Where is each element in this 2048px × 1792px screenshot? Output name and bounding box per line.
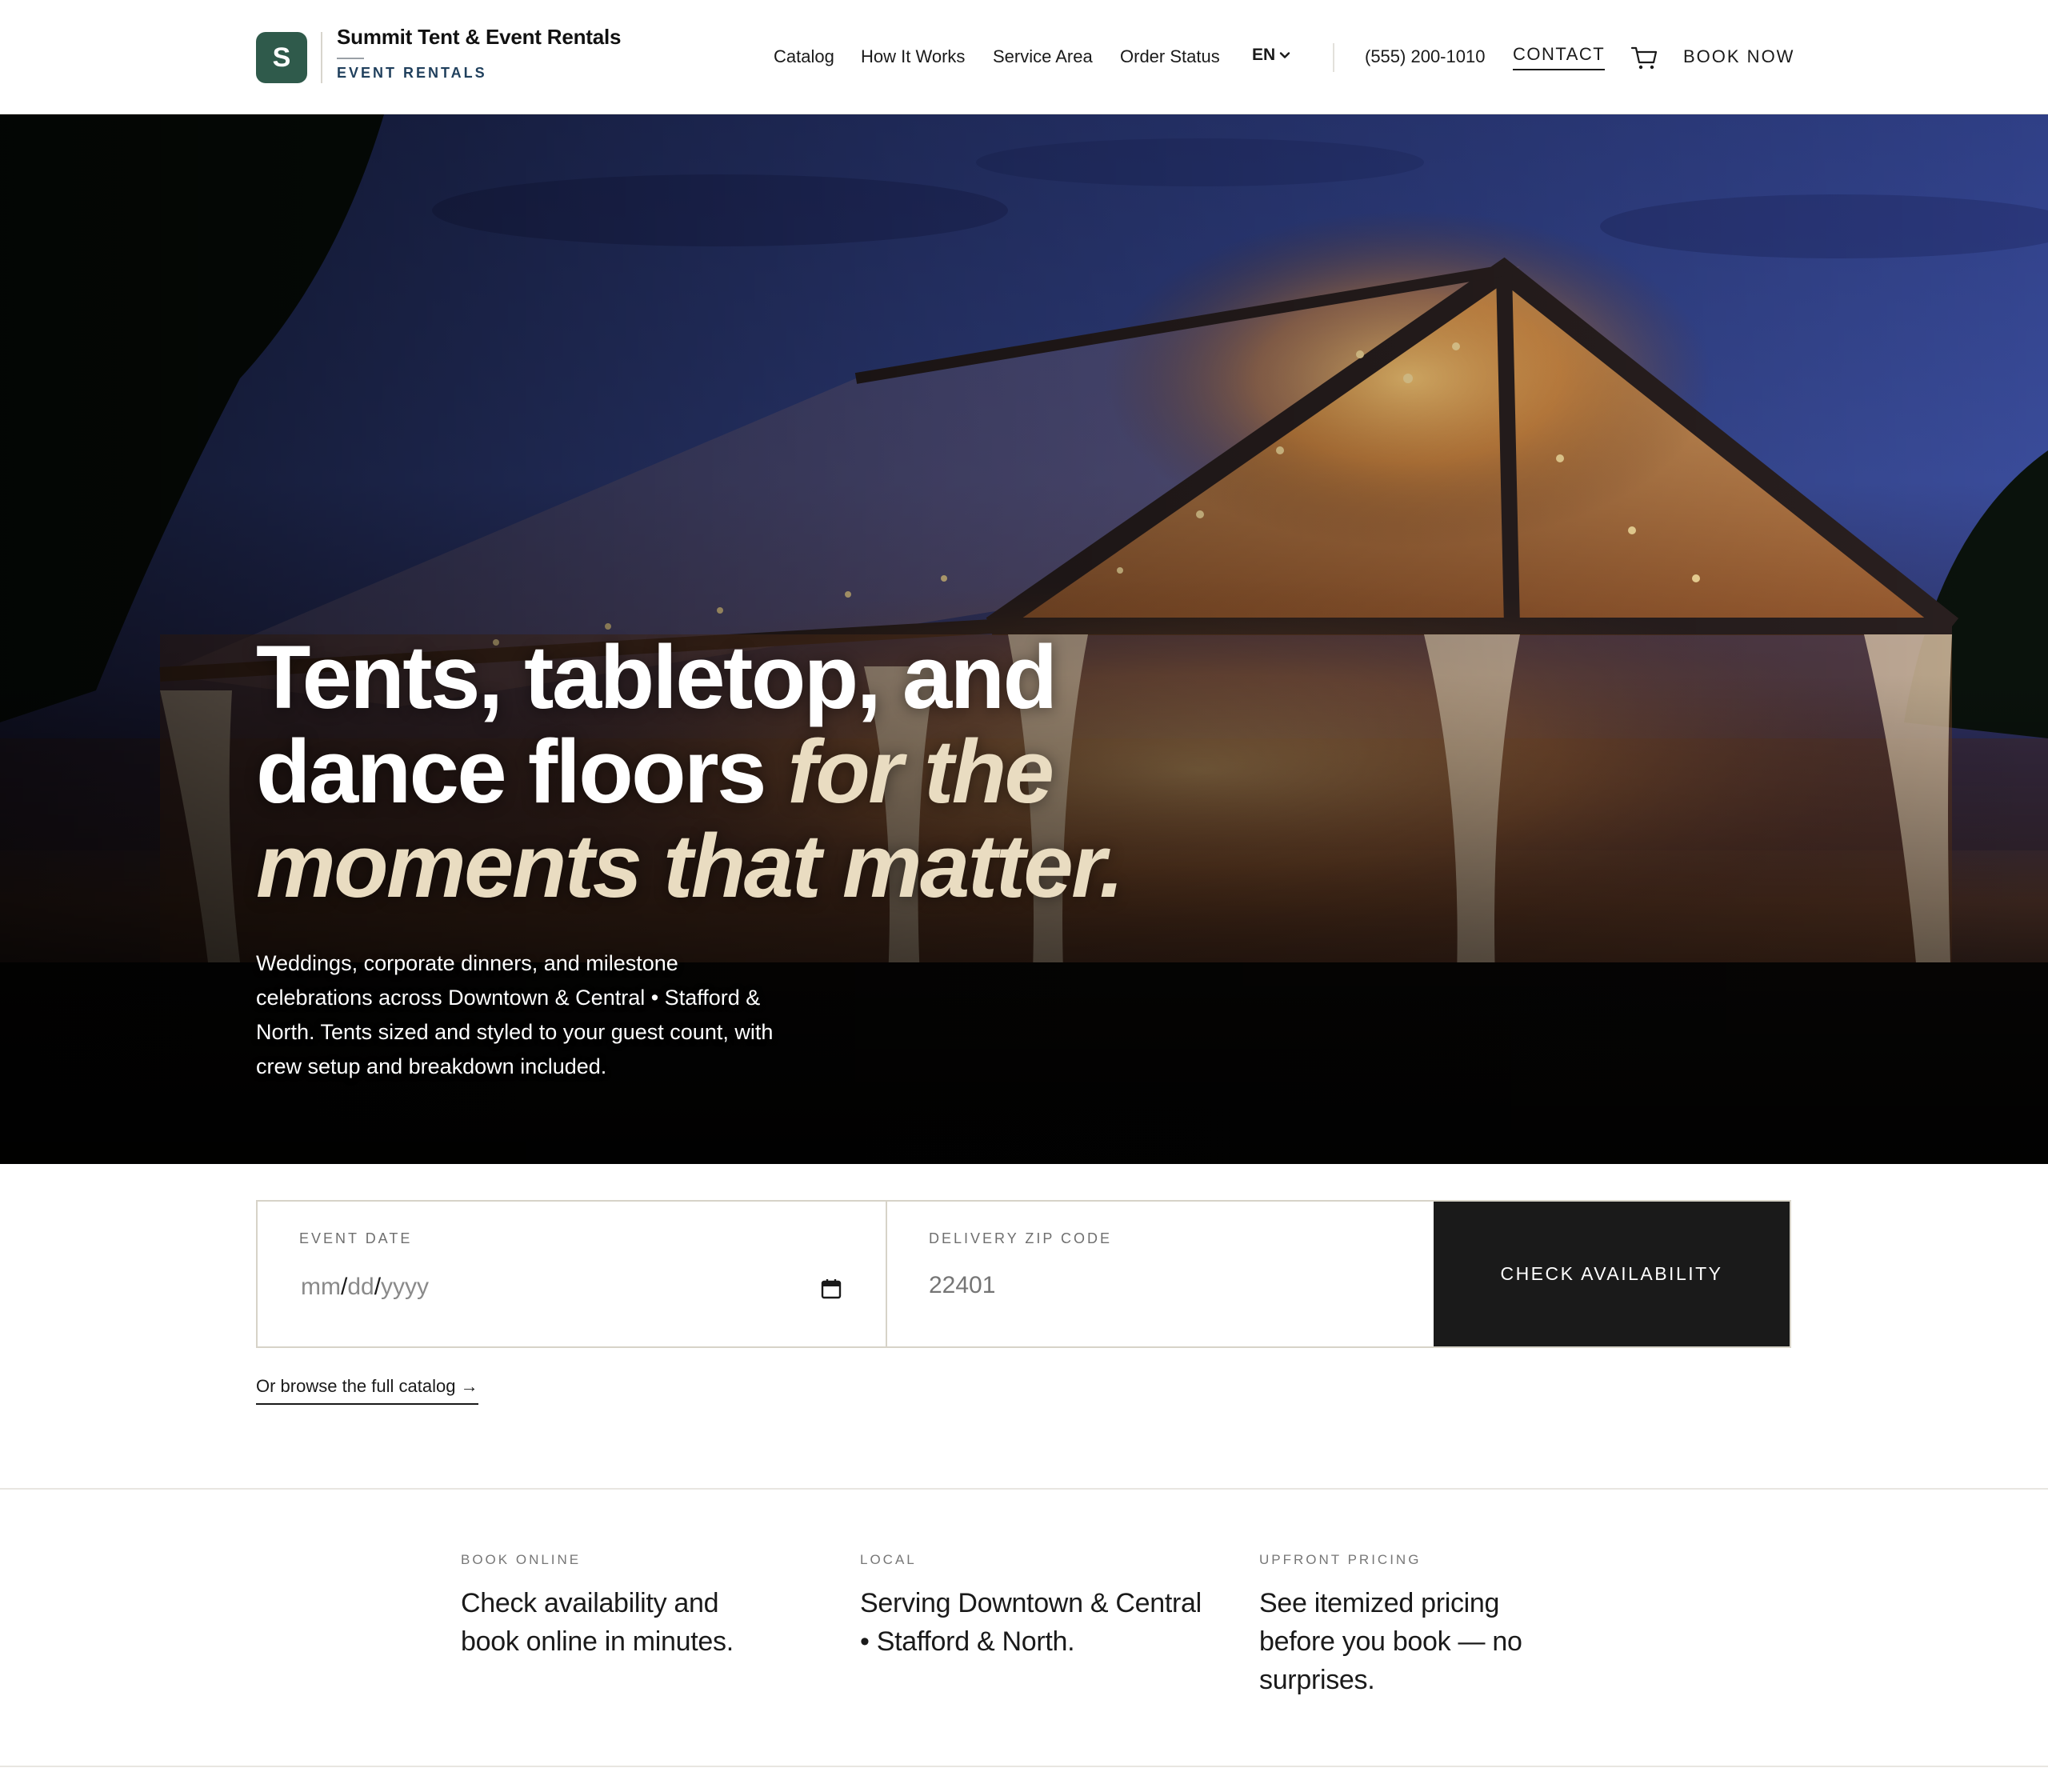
nav-how-it-works[interactable]: How It Works [861, 46, 965, 67]
hero-title-accent-1: for the [787, 722, 1054, 822]
event-date-field[interactable]: EVENT DATE mm/dd/yyyy [258, 1202, 887, 1346]
feature-upfront-pricing: UPFRONT PRICING See itemized pricing bef… [1259, 1552, 1579, 1699]
zip-code-input[interactable] [929, 1272, 1329, 1299]
feature-eyebrow: LOCAL [860, 1552, 917, 1567]
logo-badge[interactable]: S [256, 32, 307, 83]
book-now-button[interactable]: BOOK NOW [1683, 46, 1794, 67]
availability-form: EVENT DATE mm/dd/yyyy DELIVERY ZIP CODE … [256, 1200, 1791, 1348]
hero-title: Tents, tabletop, and dance floors for th… [256, 630, 1296, 914]
feature-book-online: BOOK ONLINE Check availability and book … [461, 1552, 781, 1661]
hero-title-line-1: Tents, tabletop, and [256, 627, 1058, 727]
phone-number[interactable]: (555) 200-1010 [1365, 46, 1485, 67]
event-date-input[interactable]: mm/dd/yyyy [301, 1274, 429, 1301]
language-selector[interactable]: EN [1252, 46, 1291, 65]
feature-text: Serving Downtown & Central • Stafford & … [860, 1588, 1202, 1657]
brand-rule [337, 58, 364, 59]
feature-text: See itemized pricing before you book — n… [1259, 1588, 1522, 1695]
section-divider [0, 1766, 2048, 1767]
event-date-label: EVENT DATE [299, 1230, 413, 1246]
date-day-placeholder: dd [347, 1274, 374, 1300]
feature-eyebrow: UPFRONT PRICING [1259, 1552, 1422, 1567]
cart-icon[interactable] [1630, 43, 1659, 72]
nav-catalog[interactable]: Catalog [774, 46, 834, 67]
check-availability-button[interactable]: CHECK AVAILABILITY [1434, 1202, 1790, 1346]
browse-catalog-link[interactable]: Or browse the full catalog → [256, 1376, 478, 1405]
language-label: EN [1252, 46, 1276, 64]
chevron-down-icon [1279, 52, 1290, 58]
date-year-placeholder: yyyy [381, 1274, 430, 1300]
hero-subtitle: Weddings, corporate dinners, and milesto… [256, 951, 774, 1078]
nav-service-area[interactable]: Service Area [993, 46, 1093, 67]
calendar-icon[interactable] [819, 1277, 843, 1301]
section-divider [0, 1488, 2048, 1490]
zip-code-field[interactable]: DELIVERY ZIP CODE [887, 1202, 1434, 1346]
site-header: S Summit Tent & Event Rentals EVENT RENT… [0, 0, 2048, 114]
logo-divider [321, 32, 322, 83]
nav-separator [1333, 43, 1334, 72]
feature-text: Check availability and book online in mi… [461, 1588, 734, 1657]
feature-local: LOCAL Serving Downtown & Central • Staff… [860, 1552, 1202, 1661]
zip-code-label: DELIVERY ZIP CODE [929, 1230, 1113, 1246]
contact-link[interactable]: CONTACT [1513, 44, 1606, 70]
nav-order-status[interactable]: Order Status [1120, 46, 1220, 67]
date-month-placeholder: mm [301, 1274, 341, 1300]
date-separator: / [374, 1274, 382, 1300]
hero-section: Tents, tabletop, and dance floors for th… [0, 114, 2048, 1164]
brand-tagline: EVENT RENTALS [337, 65, 487, 81]
hero-title-accent-2: moments that matter. [256, 816, 1124, 916]
brand-name[interactable]: Summit Tent & Event Rentals [337, 25, 621, 50]
feature-eyebrow: BOOK ONLINE [461, 1552, 582, 1567]
hero-title-line-2: dance floors [256, 722, 788, 822]
